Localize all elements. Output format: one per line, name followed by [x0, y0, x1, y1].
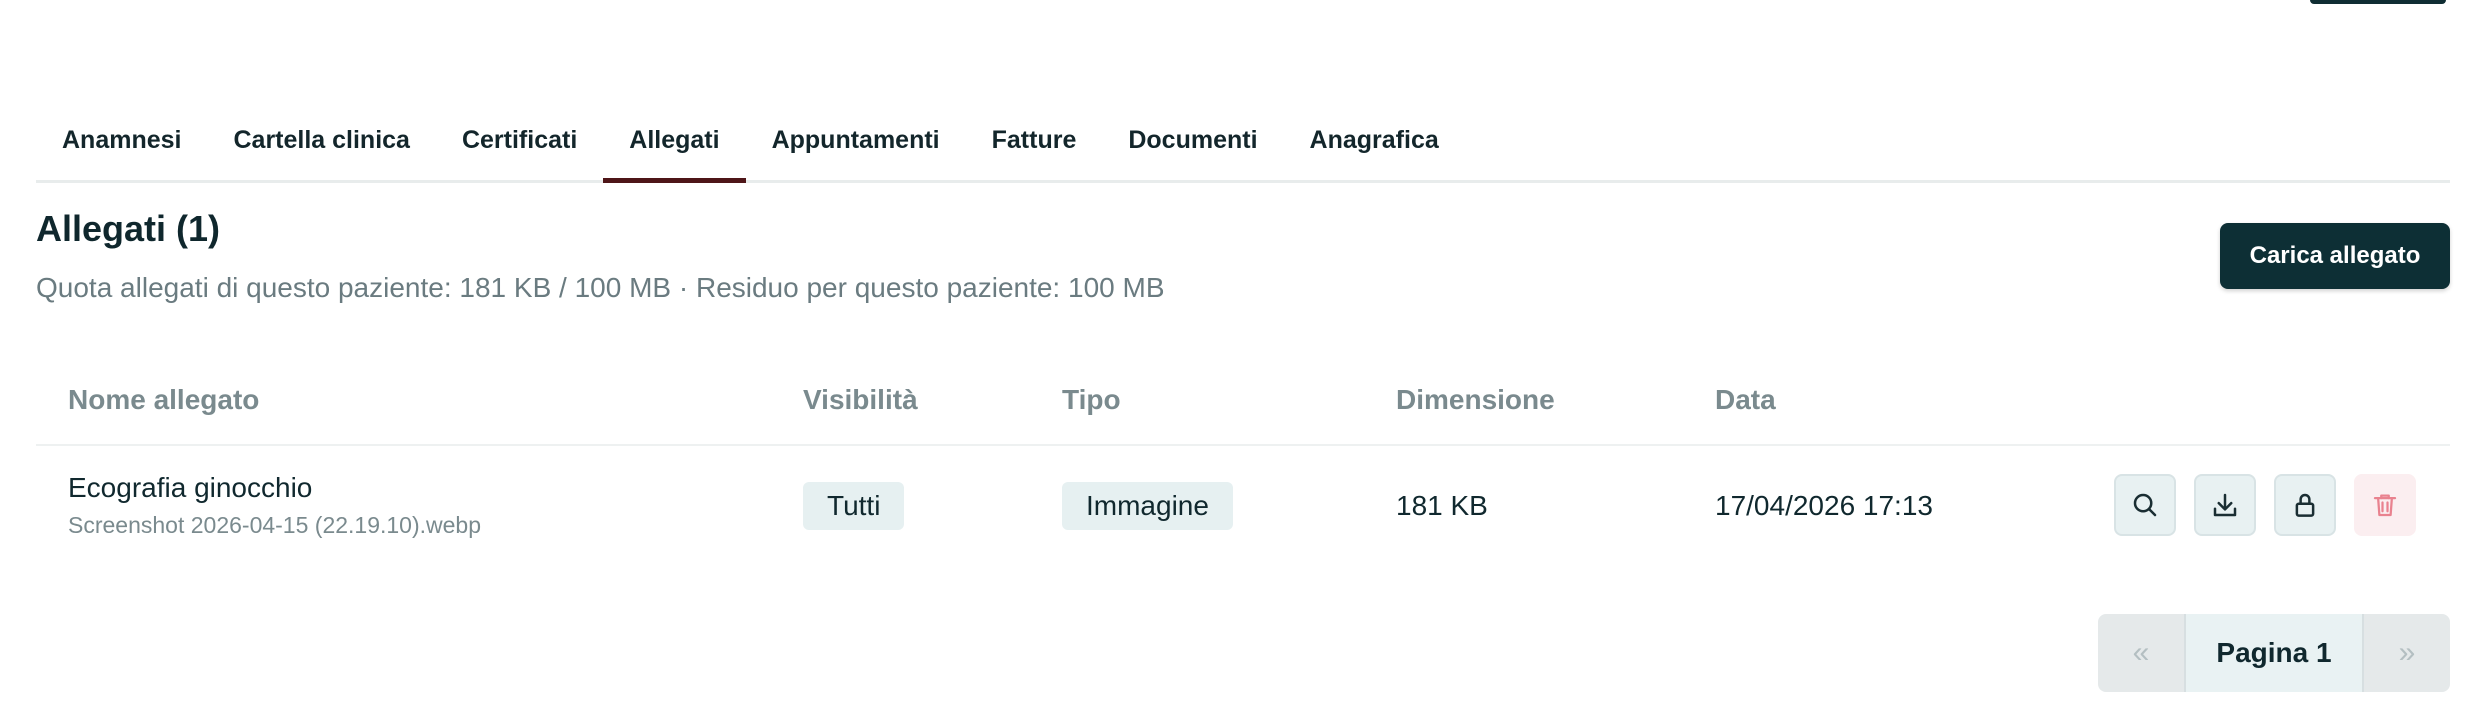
patient-tabs: Anamnesi Cartella clinica Certificati Al…	[36, 100, 2450, 183]
tab-certificati[interactable]: Certificati	[436, 100, 603, 180]
view-button[interactable]	[2114, 474, 2176, 536]
top-button-edge[interactable]	[2310, 0, 2446, 4]
table-row[interactable]: Ecografia ginocchio Screenshot 2026-04-1…	[36, 446, 2450, 564]
attachment-filename: Screenshot 2026-04-15 (22.19.10).webp	[68, 512, 482, 538]
attachment-name: Ecografia ginocchio	[68, 472, 313, 503]
download-button[interactable]	[2194, 474, 2256, 536]
trash-icon	[2373, 494, 2397, 517]
attachment-date: 17/04/2026 17:13	[1715, 490, 1933, 521]
tab-documenti[interactable]: Documenti	[1102, 100, 1283, 180]
tab-anagrafica[interactable]: Anagrafica	[1284, 100, 1465, 180]
lock-icon	[2295, 493, 2315, 517]
section-title: Allegati (1)	[36, 208, 221, 249]
type-badge: Immagine	[1062, 482, 1233, 530]
pagination: « Pagina 1 »	[2098, 614, 2450, 692]
tab-anamnesi[interactable]: Anamnesi	[36, 100, 207, 180]
delete-button[interactable]	[2354, 474, 2416, 536]
lock-button[interactable]	[2274, 474, 2336, 536]
attachment-size: 181 KB	[1396, 490, 1488, 521]
download-icon	[2213, 493, 2237, 517]
tab-allegati[interactable]: Allegati	[603, 100, 746, 183]
tab-cartella-clinica[interactable]: Cartella clinica	[207, 100, 435, 180]
quota-text: Quota allegati di questo paziente: 181 K…	[36, 272, 1165, 303]
table-header: Nome allegato Visibilità Tipo Dimensione…	[36, 360, 2450, 446]
upload-attachment-button[interactable]: Carica allegato	[2220, 223, 2450, 289]
column-header-visibility[interactable]: Visibilità	[803, 384, 918, 416]
column-header-date[interactable]: Data	[1715, 384, 1776, 416]
search-icon	[2133, 493, 2157, 517]
visibility-badge: Tutti	[803, 482, 905, 530]
pagination-current-page: Pagina 1	[2184, 614, 2364, 692]
column-header-size[interactable]: Dimensione	[1396, 384, 1555, 416]
tab-appuntamenti[interactable]: Appuntamenti	[746, 100, 966, 180]
pagination-next-button[interactable]: »	[2364, 614, 2450, 692]
tab-fatture[interactable]: Fatture	[966, 100, 1103, 180]
column-header-name[interactable]: Nome allegato	[68, 384, 259, 416]
column-header-type[interactable]: Tipo	[1062, 384, 1121, 416]
pagination-prev-button[interactable]: «	[2098, 614, 2184, 692]
